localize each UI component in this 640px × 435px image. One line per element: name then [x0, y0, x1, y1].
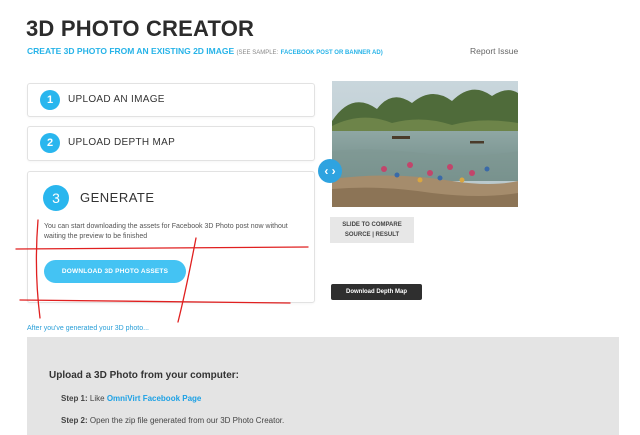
- preview-photo[interactable]: [332, 81, 518, 207]
- step-upload-image[interactable]: 1 UPLOAD AN IMAGE: [27, 83, 315, 117]
- generate-description: You can start downloading the assets for…: [44, 223, 288, 240]
- step-number-badge: 3: [43, 185, 69, 211]
- sample-link[interactable]: FACEBOOK POST OR BANNER AD): [281, 50, 383, 56]
- upload-section-title: Upload a 3D Photo from your computer:: [49, 370, 240, 381]
- upload-instructions-panel: Upload a 3D Photo from your computer: St…: [27, 337, 619, 435]
- slide-to-compare-label: SLIDE TO COMPARE SOURCE | RESULT: [330, 217, 414, 243]
- compare-line-2: SOURCE | RESULT: [344, 232, 400, 238]
- step-number-badge: 2: [40, 133, 60, 153]
- step-label: UPLOAD AN IMAGE: [68, 94, 165, 105]
- step-number-badge: 1: [40, 90, 60, 110]
- omnivirt-facebook-page-link[interactable]: OmniVirt Facebook Page: [107, 394, 202, 403]
- subtitle-sample-label: (SEE SAMPLE:: [236, 50, 279, 56]
- step-label: UPLOAD DEPTH MAP: [68, 137, 176, 148]
- instruction-step-2: Step 2: Open the zip file generated from…: [61, 416, 284, 425]
- step-generate: 3 GENERATE You can start downloading the…: [27, 171, 315, 303]
- after-generated-link[interactable]: After you've generated your 3D photo...: [27, 325, 149, 332]
- report-issue-link[interactable]: Report Issue: [470, 46, 518, 56]
- step-1-text: Like: [89, 394, 105, 403]
- download-depth-map-button[interactable]: Download Depth Map: [331, 284, 422, 300]
- compare-slider-handle[interactable]: ‹ ›: [318, 159, 342, 183]
- step-2-text: Open the zip file generated from our 3D …: [89, 416, 285, 425]
- step-upload-depth-map[interactable]: 2 UPLOAD DEPTH MAP: [27, 126, 315, 161]
- download-3d-photo-assets-button[interactable]: DOWNLOAD 3D PHOTO ASSETS: [44, 260, 186, 283]
- step-1-prefix: Step 1:: [61, 394, 88, 403]
- step-2-prefix: Step 2:: [61, 416, 88, 425]
- page-title: 3D PHOTO CREATOR: [26, 16, 255, 41]
- page-subtitle: CREATE 3D PHOTO FROM AN EXISTING 2D IMAG…: [27, 46, 383, 56]
- compare-line-1: SLIDE TO COMPARE: [342, 222, 402, 228]
- instruction-step-1: Step 1: Like OmniVirt Facebook Page: [61, 394, 201, 403]
- river-scene-image: [332, 81, 518, 207]
- subtitle-main: CREATE 3D PHOTO FROM AN EXISTING 2D IMAG…: [27, 46, 235, 56]
- step-label: GENERATE: [80, 190, 155, 205]
